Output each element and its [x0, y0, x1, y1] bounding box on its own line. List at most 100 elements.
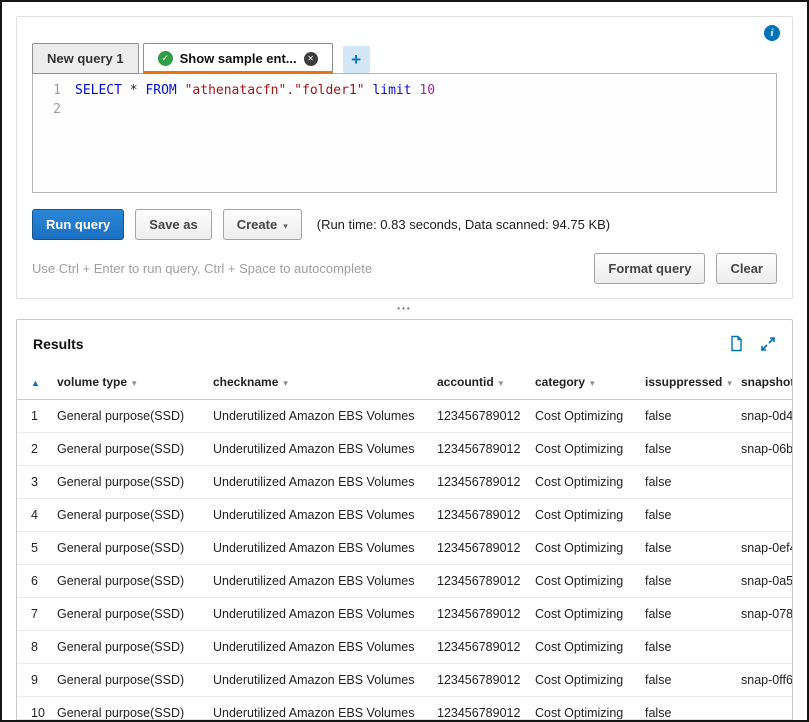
sql-line: SELECT * FROM "athenatacfn"."folder1" li…	[69, 74, 435, 192]
tab-new-query-1[interactable]: New query 1	[32, 43, 139, 74]
table-cell: false	[639, 400, 735, 433]
column-filter-caret-icon[interactable]: ▾	[283, 378, 288, 388]
sql-token	[177, 83, 185, 98]
table-cell	[735, 499, 792, 532]
column-header[interactable]: issuppressed ▾	[639, 365, 735, 400]
column-header[interactable]: snapshot▾	[735, 365, 792, 400]
run-query-button[interactable]: Run query	[32, 209, 124, 240]
sql-token: *	[130, 83, 138, 98]
table-cell: 123456789012	[431, 631, 529, 664]
table-cell: false	[639, 466, 735, 499]
info-icon[interactable]: i	[764, 25, 780, 41]
column-header[interactable]: checkname ▾	[207, 365, 431, 400]
column-header[interactable]: volume type▾	[51, 365, 207, 400]
line-number: 2	[33, 100, 61, 119]
close-tab-icon[interactable]: ✕	[304, 52, 318, 66]
table-cell: Underutilized Amazon EBS Volumes	[207, 565, 431, 598]
save-as-button[interactable]: Save as	[135, 209, 211, 240]
chevron-down-icon: ▾	[283, 221, 288, 231]
row-number: 2	[17, 433, 51, 466]
sql-token: "athenatacfn"."folder1"	[185, 83, 365, 98]
create-dropdown-button[interactable]: Create▾	[223, 209, 302, 240]
row-number: 6	[17, 565, 51, 598]
table-cell: false	[639, 565, 735, 598]
table-cell: false	[639, 631, 735, 664]
table-cell: false	[639, 433, 735, 466]
add-tab-button[interactable]: +	[343, 46, 370, 73]
tab-label: New query 1	[47, 51, 124, 66]
expand-results-icon[interactable]	[760, 336, 776, 352]
table-row: 4General purpose(SSD)Underutilized Amazo…	[17, 499, 792, 532]
row-number: 7	[17, 598, 51, 631]
column-header[interactable]: category ▾	[529, 365, 639, 400]
table-cell: false	[639, 598, 735, 631]
run-stats-text: (Run time: 0.83 seconds, Data scanned: 9…	[317, 217, 610, 232]
sql-editor[interactable]: 12 SELECT * FROM "athenatacfn"."folder1"…	[32, 73, 777, 193]
column-label: accountid	[437, 375, 494, 389]
column-header[interactable]: accountid ▾	[431, 365, 529, 400]
table-cell: snap-06b	[735, 433, 792, 466]
table-cell: Cost Optimizing	[529, 400, 639, 433]
sql-token: FROM	[145, 83, 176, 98]
table-cell: General purpose(SSD)	[51, 598, 207, 631]
sql-token: SELECT	[75, 83, 122, 98]
table-cell: Cost Optimizing	[529, 598, 639, 631]
column-filter-caret-icon[interactable]: ▾	[499, 378, 504, 388]
table-cell: Underutilized Amazon EBS Volumes	[207, 532, 431, 565]
table-cell: General purpose(SSD)	[51, 400, 207, 433]
panel-resize-handle[interactable]: •••	[2, 299, 807, 319]
table-row: 8General purpose(SSD)Underutilized Amazo…	[17, 631, 792, 664]
table-cell: Cost Optimizing	[529, 565, 639, 598]
sort-column-header[interactable]: ▲	[17, 365, 51, 400]
table-cell: Cost Optimizing	[529, 664, 639, 697]
row-number: 9	[17, 664, 51, 697]
query-editor-panel: i New query 1 ✓ Show sample ent... ✕ + 1…	[16, 16, 793, 299]
table-cell: 123456789012	[431, 598, 529, 631]
sql-token	[122, 83, 130, 98]
table-cell: snap-078	[735, 598, 792, 631]
query-footer: Use Ctrl + Enter to run query, Ctrl + Sp…	[32, 253, 777, 284]
table-cell: Underutilized Amazon EBS Volumes	[207, 400, 431, 433]
tab-show-sample-entries[interactable]: ✓ Show sample ent... ✕	[143, 43, 333, 74]
table-cell: 123456789012	[431, 664, 529, 697]
table-cell: snap-0ff6	[735, 664, 792, 697]
table-row: 3General purpose(SSD)Underutilized Amazo…	[17, 466, 792, 499]
editor-gutter: 12	[33, 74, 69, 192]
table-cell: General purpose(SSD)	[51, 565, 207, 598]
table-row: 6General purpose(SSD)Underutilized Amazo…	[17, 565, 792, 598]
column-filter-caret-icon[interactable]: ▾	[590, 378, 595, 388]
format-query-button[interactable]: Format query	[594, 253, 705, 284]
table-cell: snap-0ef4	[735, 532, 792, 565]
table-cell: 123456789012	[431, 466, 529, 499]
table-cell: snap-0a5	[735, 565, 792, 598]
sort-asc-icon: ▲	[31, 378, 40, 388]
table-cell	[735, 466, 792, 499]
column-label: issuppressed	[645, 375, 722, 389]
table-cell: General purpose(SSD)	[51, 664, 207, 697]
table-row: 1General purpose(SSD)Underutilized Amazo…	[17, 400, 792, 433]
table-cell: false	[639, 499, 735, 532]
table-cell: 123456789012	[431, 532, 529, 565]
column-filter-caret-icon[interactable]: ▾	[727, 378, 732, 388]
table-row: 7General purpose(SSD)Underutilized Amazo…	[17, 598, 792, 631]
clear-button[interactable]: Clear	[716, 253, 777, 284]
table-cell: Cost Optimizing	[529, 433, 639, 466]
query-toolbar: Run query Save as Create▾ (Run time: 0.8…	[32, 209, 777, 240]
sql-token: limit	[372, 83, 411, 98]
download-results-icon[interactable]	[728, 335, 744, 352]
row-number: 8	[17, 631, 51, 664]
row-number: 5	[17, 532, 51, 565]
column-label: category	[535, 375, 585, 389]
column-filter-caret-icon[interactable]: ▾	[132, 378, 137, 388]
table-row: 2General purpose(SSD)Underutilized Amazo…	[17, 433, 792, 466]
table-cell: General purpose(SSD)	[51, 532, 207, 565]
table-cell: Cost Optimizing	[529, 532, 639, 565]
column-label: checkname	[213, 375, 278, 389]
table-cell: Underutilized Amazon EBS Volumes	[207, 466, 431, 499]
column-label: snapshot	[741, 375, 792, 389]
table-row: 9General purpose(SSD)Underutilized Amazo…	[17, 664, 792, 697]
table-cell: Underutilized Amazon EBS Volumes	[207, 598, 431, 631]
results-table-body: 1General purpose(SSD)Underutilized Amazo…	[17, 400, 792, 722]
table-row: 5General purpose(SSD)Underutilized Amazo…	[17, 532, 792, 565]
athena-console-window: i New query 1 ✓ Show sample ent... ✕ + 1…	[0, 0, 809, 722]
